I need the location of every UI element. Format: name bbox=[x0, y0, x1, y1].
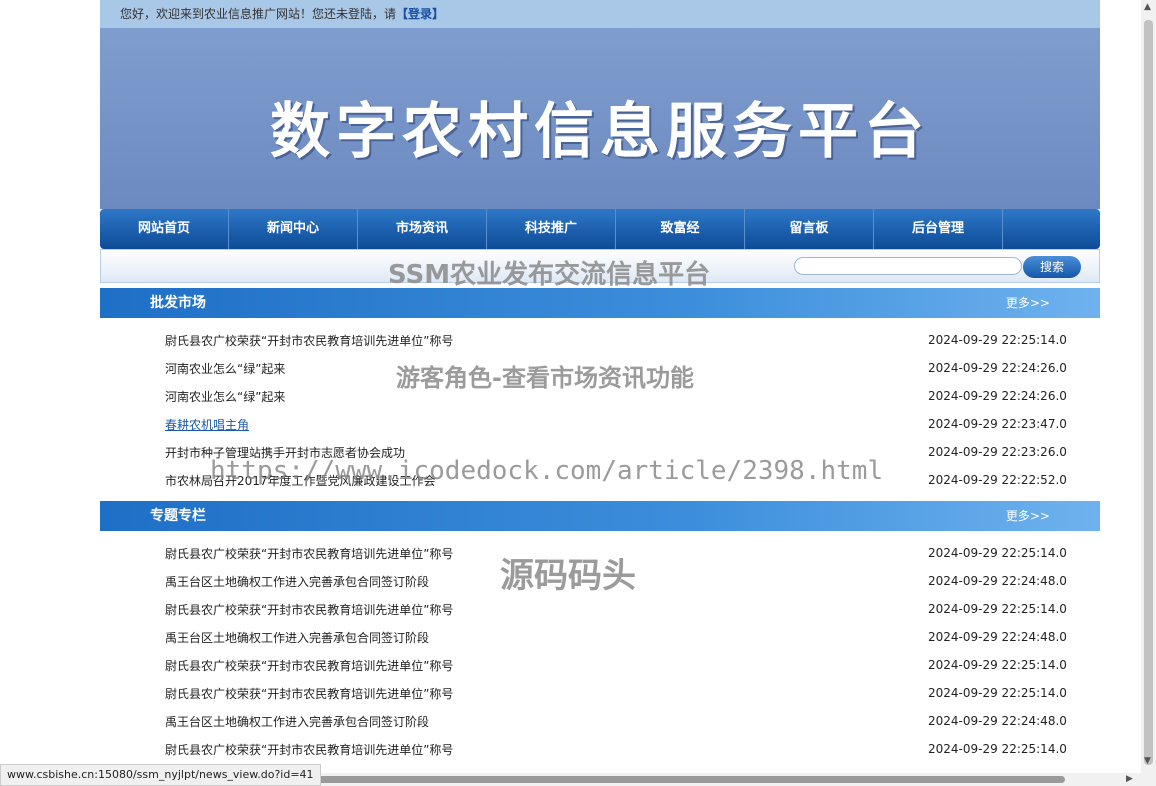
nav-item-market[interactable]: 市场资讯 bbox=[358, 209, 487, 249]
section-title: 专题专栏 bbox=[150, 501, 206, 531]
news-title-link[interactable]: 尉氏县农广校荣获“开封市农民教育培训先进单位”称号 bbox=[165, 545, 453, 562]
vertical-scrollbar[interactable]: ▲ ▼ bbox=[1141, 0, 1156, 786]
nav-item-guestbook[interactable]: 留言板 bbox=[745, 209, 874, 249]
status-bar-url: www.csbishe.cn:15080/ssm_nyjlpt/news_vie… bbox=[0, 764, 321, 786]
news-date: 2024-09-29 22:23:26.0 bbox=[928, 445, 1067, 459]
news-date: 2024-09-29 22:25:14.0 bbox=[928, 658, 1067, 672]
news-title-link[interactable]: 河南农业怎么“绿”起来 bbox=[165, 388, 285, 405]
list-item: 尉氏县农广校荣获“开封市农民教育培训先进单位”称号 2024-09-29 22:2… bbox=[100, 594, 1100, 622]
news-title-link[interactable]: 尉氏县农广校荣获“开封市农民教育培训先进单位”称号 bbox=[165, 601, 453, 618]
site-banner: 数字农村信息服务平台 bbox=[100, 28, 1100, 209]
scroll-up-icon[interactable]: ▲ bbox=[1144, 2, 1151, 12]
scroll-down-icon[interactable]: ▼ bbox=[1144, 756, 1151, 766]
scroll-right-icon[interactable]: ▶ bbox=[1126, 774, 1133, 784]
page-container: 您好，欢迎来到农业信息推广网站！您还未登陆，请【登录】 数字农村信息服务平台 网… bbox=[100, 0, 1100, 28]
news-date: 2024-09-29 22:25:14.0 bbox=[928, 742, 1067, 756]
news-title-link[interactable]: 禹王台区土地确权工作进入完善承包合同签订阶段 bbox=[165, 713, 429, 730]
news-date: 2024-09-29 22:22:52.0 bbox=[928, 473, 1067, 487]
welcome-text: 您好，欢迎来到农业信息推广网站！您还未登陆，请 bbox=[120, 7, 396, 21]
nav-item-news[interactable]: 新闻中心 bbox=[229, 209, 358, 249]
list-item: 禹王台区土地确权工作进入完善承包合同签订阶段 2024-09-29 22:24:4… bbox=[100, 622, 1100, 650]
news-date: 2024-09-29 22:24:48.0 bbox=[928, 714, 1067, 728]
site-title: 数字农村信息服务平台 bbox=[100, 83, 1100, 170]
list-item: 尉氏县农广校荣获“开封市农民教育培训先进单位”称号 2024-09-29 22:2… bbox=[100, 678, 1100, 706]
section-title: 批发市场 bbox=[150, 288, 206, 318]
news-date: 2024-09-29 22:23:47.0 bbox=[928, 417, 1067, 431]
watermark-platform: SSM农业发布交流信息平台 bbox=[388, 254, 710, 291]
news-title-link[interactable]: 尉氏县农广校荣获“开封市农民教育培训先进单位”称号 bbox=[165, 332, 453, 349]
login-link[interactable]: 【登录】 bbox=[396, 7, 444, 21]
section-header-wholesale: 批发市场 更多>> bbox=[100, 288, 1100, 318]
nav-item-home[interactable]: 网站首页 bbox=[100, 209, 229, 249]
list-item: 尉氏县农广校荣获“开封市农民教育培训先进单位”称号 2024-09-29 22:2… bbox=[100, 650, 1100, 678]
news-title-link[interactable]: 春耕农机唱主角 bbox=[165, 416, 249, 433]
list-item: 尉氏县农广校荣获“开封市农民教育培训先进单位”称号 2024-09-29 22:2… bbox=[100, 734, 1100, 762]
news-title-link[interactable]: 禹王台区土地确权工作进入完善承包合同签订阶段 bbox=[165, 573, 429, 590]
more-link[interactable]: 更多>> bbox=[1006, 288, 1050, 318]
news-title-link[interactable]: 河南农业怎么“绿”起来 bbox=[165, 360, 285, 377]
news-date: 2024-09-29 22:25:14.0 bbox=[928, 602, 1067, 616]
search-bar: SSM农业发布交流信息平台 搜索 bbox=[100, 249, 1100, 283]
watermark-url: https://www.icodedock.com/article/2398.h… bbox=[210, 456, 883, 486]
news-date: 2024-09-29 22:25:14.0 bbox=[928, 686, 1067, 700]
news-title-link[interactable]: 尉氏县农广校荣获“开封市农民教育培训先进单位”称号 bbox=[165, 685, 453, 702]
list-item: 尉氏县农广校荣获“开封市农民教育培训先进单位”称号 2024-09-29 22:2… bbox=[100, 325, 1100, 353]
news-date: 2024-09-29 22:25:14.0 bbox=[928, 546, 1067, 560]
news-date: 2024-09-29 22:25:14.0 bbox=[928, 333, 1067, 347]
news-date: 2024-09-29 22:24:48.0 bbox=[928, 630, 1067, 644]
news-date: 2024-09-29 22:24:26.0 bbox=[928, 389, 1067, 403]
list-item: 春耕农机唱主角 2024-09-29 22:23:47.0 bbox=[100, 409, 1100, 437]
vertical-scroll-thumb[interactable] bbox=[1144, 20, 1153, 765]
news-title-link[interactable]: 尉氏县农广校荣获“开封市农民教育培训先进单位”称号 bbox=[165, 657, 453, 674]
section-header-special: 专题专栏 更多>> bbox=[100, 501, 1100, 531]
top-welcome-bar: 您好，欢迎来到农业信息推广网站！您还未登陆，请【登录】 bbox=[100, 0, 1100, 28]
nav-item-wealth[interactable]: 致富经 bbox=[616, 209, 745, 249]
search-input[interactable] bbox=[794, 257, 1022, 275]
search-button[interactable]: 搜索 bbox=[1023, 256, 1081, 278]
main-nav: 网站首页 新闻中心 市场资讯 科技推广 致富经 留言板 后台管理 bbox=[100, 209, 1100, 249]
news-title-link[interactable]: 禹王台区土地确权工作进入完善承包合同签订阶段 bbox=[165, 629, 429, 646]
news-title-link[interactable]: 尉氏县农广校荣获“开封市农民教育培训先进单位”称号 bbox=[165, 741, 453, 758]
more-link[interactable]: 更多>> bbox=[1006, 501, 1050, 531]
watermark-role: 游客角色-查看市场资讯功能 bbox=[396, 358, 694, 393]
nav-item-tech[interactable]: 科技推广 bbox=[487, 209, 616, 249]
list-item: 禹王台区土地确权工作进入完善承包合同签订阶段 2024-09-29 22:24:4… bbox=[100, 706, 1100, 734]
watermark-source: 源码码头 bbox=[500, 548, 636, 597]
nav-item-admin[interactable]: 后台管理 bbox=[874, 209, 1003, 249]
news-date: 2024-09-29 22:24:26.0 bbox=[928, 361, 1067, 375]
news-date: 2024-09-29 22:24:48.0 bbox=[928, 574, 1067, 588]
